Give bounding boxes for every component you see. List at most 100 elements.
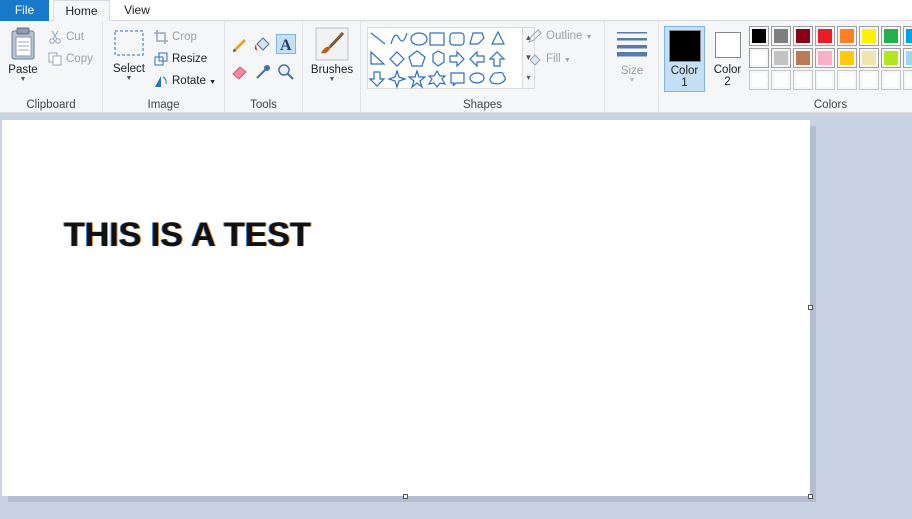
color2-button[interactable]: Color 2 bbox=[707, 26, 748, 92]
rotate-button[interactable]: Rotate ▼ bbox=[154, 71, 216, 91]
palette-swatch[interactable] bbox=[815, 70, 835, 90]
palette-swatch[interactable] bbox=[771, 48, 791, 68]
paste-button[interactable]: Paste ▼ bbox=[4, 27, 42, 84]
color1-button[interactable]: Color 1 bbox=[664, 26, 705, 92]
magnifier-tool[interactable] bbox=[276, 62, 296, 82]
rotate-dropdown-icon[interactable]: ▼ bbox=[209, 79, 216, 86]
fill-bucket-tool[interactable] bbox=[253, 35, 273, 55]
palette-swatch[interactable] bbox=[837, 48, 857, 68]
shapes-more-icon[interactable]: ▾ bbox=[523, 68, 534, 88]
palette-swatch[interactable] bbox=[881, 70, 901, 90]
palette-swatch-color bbox=[752, 29, 766, 43]
curve-shape-icon bbox=[390, 32, 408, 45]
select-button[interactable]: Select ▼ bbox=[109, 29, 149, 83]
palette-swatch[interactable] bbox=[749, 70, 769, 90]
text-tool[interactable]: A bbox=[276, 34, 296, 54]
tools-group: A Tools bbox=[225, 21, 303, 113]
pencil-tool[interactable] bbox=[230, 35, 250, 55]
hexagon-shape-icon bbox=[432, 50, 445, 67]
color2-label-line1: Color bbox=[713, 64, 742, 76]
palette-swatch[interactable] bbox=[793, 48, 813, 68]
rotate-icon bbox=[155, 75, 167, 87]
outline-dropdown-icon[interactable]: ▼ bbox=[586, 34, 593, 41]
palette-swatch[interactable] bbox=[881, 48, 901, 68]
canvas-text: THIS IS A TEST bbox=[64, 216, 311, 254]
brushes-group: Brushes ▼ bbox=[303, 21, 361, 113]
cut-button[interactable]: Cut bbox=[48, 27, 84, 47]
crop-label: Crop bbox=[172, 31, 197, 43]
brush-icon bbox=[315, 27, 349, 61]
fill-button[interactable]: Fill ▼ bbox=[528, 49, 571, 69]
palette-swatch[interactable] bbox=[859, 48, 879, 68]
shapes-group: ▲ ▼ ▾ Outline ▼ Fill ▼ Shapes bbox=[361, 21, 605, 113]
size-group: Size ▼ bbox=[605, 21, 659, 113]
tab-file[interactable]: File bbox=[0, 0, 49, 21]
palette-swatch[interactable] bbox=[903, 26, 912, 46]
brushes-label: Brushes bbox=[310, 64, 354, 76]
color1-label-line2: 1 bbox=[681, 77, 688, 89]
tab-view[interactable]: View bbox=[112, 0, 162, 21]
shapes-group-label: Shapes bbox=[462, 99, 502, 111]
resize-handle-corner[interactable] bbox=[808, 494, 813, 499]
outline-button[interactable]: Outline ▼ bbox=[528, 26, 593, 46]
palette-swatch[interactable] bbox=[881, 26, 901, 46]
oval-shape-icon bbox=[410, 32, 428, 46]
five-point-star-shape-icon bbox=[407, 69, 427, 89]
palette-swatch-color bbox=[818, 51, 832, 65]
resize-button[interactable]: Resize bbox=[154, 49, 207, 69]
four-point-star-shape-icon bbox=[387, 69, 407, 89]
palette-swatch-color bbox=[884, 73, 898, 87]
palette-swatch[interactable] bbox=[903, 70, 912, 90]
scissors-icon bbox=[49, 30, 61, 44]
palette-swatch[interactable] bbox=[903, 48, 912, 68]
tab-home[interactable]: Home bbox=[53, 0, 110, 22]
palette-swatch[interactable] bbox=[749, 48, 769, 68]
select-dropdown-icon[interactable]: ▼ bbox=[109, 75, 149, 83]
copy-button[interactable]: Copy bbox=[48, 49, 93, 69]
size-dropdown-icon[interactable]: ▼ bbox=[613, 77, 651, 85]
size-button[interactable]: Size ▼ bbox=[613, 31, 651, 85]
crop-icon bbox=[154, 29, 168, 44]
paste-icon bbox=[11, 27, 35, 60]
palette-swatch[interactable] bbox=[771, 70, 791, 90]
cut-label: Cut bbox=[66, 31, 84, 43]
palette-swatch[interactable] bbox=[793, 26, 813, 46]
drawing-canvas[interactable]: THIS IS A TEST bbox=[2, 120, 810, 496]
palette-swatch[interactable] bbox=[815, 26, 835, 46]
resize-handle-bottom[interactable] bbox=[403, 494, 408, 499]
brushes-dropdown-icon[interactable]: ▼ bbox=[307, 76, 357, 84]
line-shape-icon bbox=[370, 32, 386, 45]
palette-swatch[interactable] bbox=[859, 26, 879, 46]
pencil-icon bbox=[232, 38, 247, 53]
rectangle-shape-icon bbox=[429, 32, 445, 46]
color2-swatch bbox=[714, 32, 741, 58]
colors-group: Color 1 Color 2 Colors bbox=[659, 21, 912, 113]
clipboard-group-label: Clipboard bbox=[26, 99, 76, 111]
color1-swatch bbox=[668, 30, 701, 62]
polygon-shape-icon bbox=[469, 32, 485, 45]
eraser-tool[interactable] bbox=[230, 62, 250, 82]
tools-group-label: Tools bbox=[250, 99, 277, 111]
palette-swatch[interactable] bbox=[859, 70, 879, 90]
palette-swatch[interactable] bbox=[815, 48, 835, 68]
brushes-button[interactable]: Brushes ▼ bbox=[307, 27, 357, 84]
fill-dropdown-icon[interactable]: ▼ bbox=[564, 57, 571, 64]
cloud-callout-shape-icon bbox=[489, 71, 506, 85]
paste-dropdown-icon[interactable]: ▼ bbox=[4, 76, 42, 84]
palette-swatch-color bbox=[818, 29, 832, 43]
palette-swatch[interactable] bbox=[749, 26, 769, 46]
palette-swatch[interactable] bbox=[771, 26, 791, 46]
palette-swatch-color bbox=[752, 73, 766, 87]
palette-swatch-color bbox=[840, 29, 854, 43]
outline-label: Outline bbox=[546, 30, 583, 42]
palette-swatch[interactable] bbox=[837, 70, 857, 90]
resize-handle-right[interactable] bbox=[808, 305, 813, 310]
palette-swatch[interactable] bbox=[837, 26, 857, 46]
color-palette bbox=[749, 26, 912, 92]
ribbon: Paste ▼ Cut Copy Clipboard Select ▼ Crop… bbox=[0, 21, 912, 113]
palette-swatch[interactable] bbox=[793, 70, 813, 90]
color-picker-tool[interactable] bbox=[253, 62, 273, 82]
crop-button[interactable]: Crop bbox=[154, 27, 197, 47]
palette-swatch-color bbox=[906, 73, 912, 87]
shapes-gallery bbox=[367, 27, 523, 89]
